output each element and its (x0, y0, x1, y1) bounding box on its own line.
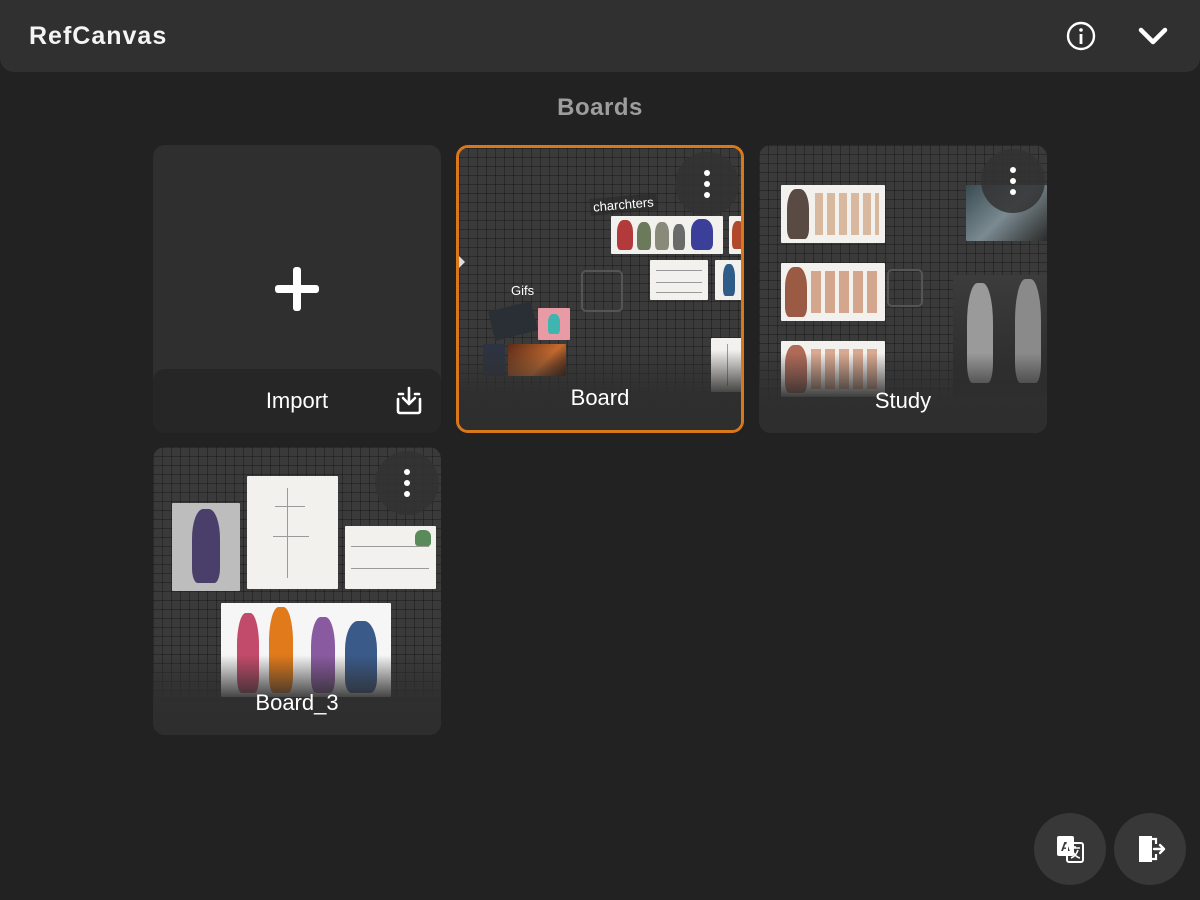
plus-icon (275, 267, 319, 311)
board-menu-button[interactable] (375, 451, 439, 515)
board-menu-button[interactable] (675, 152, 739, 216)
character-thumbnail-small (729, 216, 741, 254)
board-label: Board (570, 385, 630, 410)
info-button[interactable] (1063, 18, 1099, 54)
character-sketch-thumbnail (247, 476, 338, 589)
image-placeholder-icon (581, 270, 623, 312)
character-lineup-thumbnail (611, 216, 723, 254)
more-vertical-icon (1010, 167, 1016, 195)
section-title: Boards (557, 94, 643, 121)
board-card-study[interactable]: Study (759, 145, 1047, 433)
info-circle-icon (1066, 21, 1096, 51)
translate-button[interactable]: A (1034, 813, 1106, 885)
face-sketches-thumbnail (345, 526, 436, 589)
exit-door-icon (1139, 836, 1166, 862)
hand-study-thumbnail (781, 185, 885, 243)
import-card[interactable]: Import (153, 145, 441, 433)
download-tray-icon[interactable] (393, 385, 425, 417)
more-vertical-icon (404, 469, 410, 497)
more-vertical-icon (704, 170, 710, 198)
face-sketch-thumbnail (650, 260, 708, 300)
blue-figure-thumbnail (715, 260, 741, 300)
top-bar: RefCanvas (0, 0, 1200, 72)
board-label: Study (874, 388, 932, 413)
collapse-button[interactable] (1135, 18, 1171, 54)
scroll-indicator-arrow (459, 256, 465, 268)
exit-button[interactable] (1114, 813, 1186, 885)
image-placeholder-icon (887, 269, 923, 307)
gif-thumbnail-pink (538, 308, 570, 340)
board-tag-gifs: Gifs (511, 283, 535, 298)
svg-text:A: A (1061, 839, 1071, 854)
torso-study-thumbnail (781, 263, 885, 321)
app-title: RefCanvas (29, 22, 168, 50)
board-label: Board_3 (255, 690, 339, 715)
board-card-board-3[interactable]: Board_3 (153, 447, 441, 735)
board-menu-button[interactable] (981, 149, 1045, 213)
translate-icon: A (1057, 836, 1084, 863)
chevron-down-icon (1138, 27, 1168, 45)
board-card-board[interactable]: charchters Gifs Board (456, 145, 744, 433)
robot-character-thumbnail (172, 503, 240, 591)
